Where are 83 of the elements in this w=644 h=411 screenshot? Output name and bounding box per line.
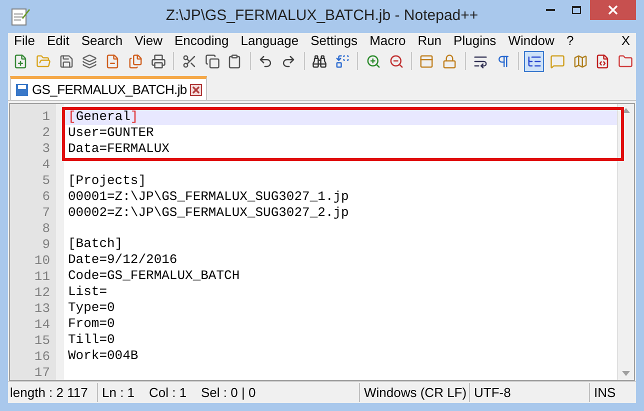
menu-item[interactable]: View [128,33,169,49]
floppy-icon [15,82,29,96]
notepad-icon [10,6,30,26]
line-number: 11 [33,269,51,285]
scrollbar[interactable] [617,104,634,380]
zoom-in-icon [366,54,381,68]
close-icon[interactable] [190,84,202,96]
copy-icon [204,54,220,68]
code-text: [Batch] [68,236,123,252]
close-document-button[interactable]: X [615,33,636,49]
window-icon [419,54,434,68]
close-file-icon [105,54,120,68]
code-text: User=GUNTER [68,125,154,141]
comment-icon [550,54,565,68]
code-text: Data=FERMALUX [68,141,170,157]
line-number: 7 [41,205,51,221]
code-text: Work=004B [68,348,138,364]
code-text: From=0 [68,316,115,332]
close-icon [608,5,618,15]
code-text: 00001=Z:\JP\GS_FERMALUX_SUG3027_1.jp [68,188,349,205]
code-text: [General] [68,109,138,125]
line-number: 15 [33,333,51,349]
menu-item[interactable]: Plugins [448,33,502,49]
indent-guide-icon [526,54,542,68]
line-number: 17 [33,365,51,381]
zoom-out-icon [388,54,404,68]
code-text: Till=0 [68,332,115,348]
line-number: 2 [41,125,51,141]
wrap-icon [473,54,488,68]
code-text: Date=9/12/2016 [68,252,178,268]
line-number: 16 [33,349,51,365]
encoding-status: UTF-8 [470,382,590,402]
menu-item[interactable]: Encoding [168,33,235,49]
line-number: 10 [33,253,51,269]
menu-item[interactable]: File [8,33,41,49]
code-text: [Projects] [68,172,146,189]
line-number: 12 [33,285,51,301]
lock-icon [442,54,458,68]
code-text: Type=0 [68,300,115,316]
line-number: 9 [41,237,51,253]
line-number: 1 [41,109,51,125]
new-file-icon [13,54,28,68]
find-icon [312,54,327,68]
file-tab[interactable]: GS_FERMALUX_BATCH.jb [10,76,207,100]
save-icon [59,54,74,68]
menu-item[interactable]: Run [412,33,448,49]
scroll-up-icon[interactable] [622,108,630,113]
menu-item[interactable]: Search [75,33,129,49]
cut-icon [182,54,197,68]
line-number: 8 [41,221,51,237]
mode-status: INS [593,384,617,402]
open-folder-icon [36,54,52,68]
code-text: Code=GS_FERMALUX_BATCH [68,268,240,284]
line-number: 13 [33,301,51,317]
code-text: List= [68,284,108,300]
eol-status: Windows (CR LF) [360,382,470,402]
menu-item[interactable]: Macro [364,33,412,49]
line-number: 3 [41,141,51,157]
line-number: 4 [41,157,51,173]
toolbar-button[interactable] [524,50,544,72]
menu-item[interactable]: Edit [40,33,76,49]
close-button[interactable] [590,0,636,20]
menu-item[interactable]: Settings [304,33,364,49]
close-all-icon [128,54,143,68]
line-number: 5 [41,173,51,189]
menu-item[interactable]: Language [234,33,305,49]
paste-icon [227,54,242,68]
menu-item[interactable]: ? [560,33,580,49]
print-icon [150,54,166,68]
line-number: 14 [33,317,51,333]
undo-icon [258,54,274,68]
function-list-icon [595,54,610,68]
length-status: length : 2 117 [8,382,98,402]
folder-icon [618,54,634,68]
replace-icon [334,54,350,68]
pilcrow-icon [496,54,511,68]
redo-icon [281,54,296,68]
menu-item[interactable]: Window [502,33,560,49]
map-icon [572,54,588,68]
position-status: Ln : 1 Col : 1 Sel : 0 | 0 [98,382,360,402]
window-title: Z:\JP\GS_FERMALUX_BATCH.jb - Notepad++ [166,6,478,26]
code-text: 00002=Z:\JP\GS_FERMALUX_SUG3027_2.jp [68,204,349,221]
line-number: 6 [41,189,51,205]
